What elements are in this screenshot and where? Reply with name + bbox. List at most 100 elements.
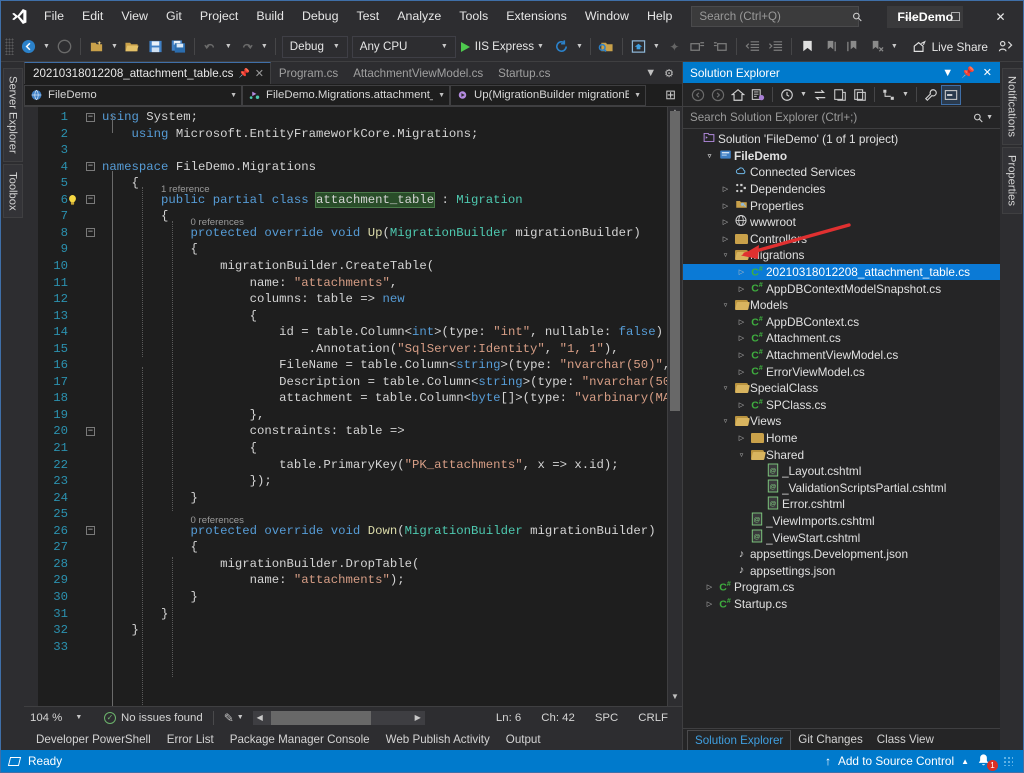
chevron-right-icon[interactable]: ▷ bbox=[719, 185, 732, 193]
scrollbar-thumb[interactable] bbox=[670, 111, 680, 411]
preview-selected-items-icon[interactable] bbox=[940, 84, 961, 105]
comment-block-icon[interactable] bbox=[686, 35, 709, 59]
navigate-backward-dropdown-icon[interactable]: ▼ bbox=[40, 43, 53, 50]
tree-item[interactable]: ▷ C# AttachmentViewModel.cs bbox=[683, 347, 1000, 364]
next-bookmark-icon[interactable] bbox=[842, 35, 865, 59]
close-icon[interactable]: ✕ bbox=[255, 67, 264, 80]
fold-toggle-icon[interactable]: − bbox=[86, 426, 95, 436]
navbar-type-selector[interactable]: FileDemo.Migrations.attachment_ta ▼ bbox=[242, 84, 450, 106]
menu-window[interactable]: Window bbox=[576, 5, 638, 28]
back-icon[interactable] bbox=[688, 85, 708, 105]
navigate-backward-icon[interactable] bbox=[17, 35, 40, 59]
issues-indicator[interactable]: ✓ No issues found bbox=[104, 711, 203, 724]
tree-item[interactable]: ▷ Controllers bbox=[683, 231, 1000, 248]
menu-tools[interactable]: Tools bbox=[450, 5, 497, 28]
toolbar-overflow-icon[interactable]: ▼ bbox=[888, 43, 901, 50]
open-file-icon[interactable] bbox=[121, 35, 144, 59]
hot-reload-dropdown-icon[interactable]: ▼ bbox=[573, 43, 586, 50]
preview-dropdown-icon[interactable]: ▼ bbox=[650, 43, 663, 50]
ink-annotation-icon[interactable]: ✎ bbox=[224, 711, 234, 725]
search-folder-icon[interactable] bbox=[595, 35, 618, 59]
tree-item[interactable]: ▷ Properties bbox=[683, 197, 1000, 214]
chevron-right-icon[interactable]: ▷ bbox=[735, 285, 748, 293]
bottom-tab-developer-powershell[interactable]: Developer PowerShell bbox=[28, 733, 159, 746]
solution-platform-combo[interactable]: Any CPU ▼ bbox=[351, 35, 456, 58]
tree-item[interactable]: ▷ C# 20210318012208_attachment_table.cs bbox=[683, 263, 1000, 281]
previous-bookmark-icon[interactable] bbox=[819, 35, 842, 59]
tree-item[interactable]: ▷ C# Program.cs bbox=[683, 579, 1000, 596]
chevron-down-icon[interactable]: ▿ bbox=[719, 301, 732, 309]
clear-bookmarks-icon[interactable] bbox=[865, 35, 888, 59]
chevron-down-icon[interactable]: ▼ bbox=[797, 91, 810, 98]
chevron-right-icon[interactable]: ▷ bbox=[735, 368, 748, 376]
lightbulb-icon[interactable] bbox=[66, 193, 79, 207]
chevron-up-icon[interactable]: ▲ bbox=[961, 757, 969, 766]
editor-horizontal-scrollbar[interactable]: ◀ ▶ bbox=[252, 710, 425, 725]
menu-build[interactable]: Build bbox=[247, 5, 293, 28]
maximize-button[interactable]: ☐ bbox=[933, 1, 978, 32]
solution-explorer-search[interactable]: ⚲ ▼ bbox=[683, 107, 1000, 129]
zoom-control[interactable]: 104 % ▼ bbox=[30, 712, 96, 724]
chevron-down-icon[interactable]: ▿ bbox=[719, 251, 732, 259]
redo-dropdown-icon[interactable]: ▼ bbox=[258, 43, 271, 50]
chevron-right-icon[interactable]: ▷ bbox=[719, 202, 732, 210]
hscrollbar-thumb[interactable] bbox=[270, 710, 371, 725]
panel-tab-class-view[interactable]: Class View bbox=[870, 730, 941, 750]
redo-icon[interactable] bbox=[235, 35, 258, 59]
chevron-down-icon[interactable]: ▿ bbox=[735, 451, 748, 459]
decrease-indent-icon[interactable] bbox=[741, 35, 764, 59]
chevron-down-icon[interactable]: ▼ bbox=[899, 91, 912, 98]
tree-item[interactable]: ▷ C# Attachment.cs bbox=[683, 330, 1000, 347]
tree-item[interactable]: @ Error.cshtml bbox=[683, 496, 1000, 513]
chevron-right-icon[interactable]: ▷ bbox=[735, 318, 748, 326]
chevron-right-icon[interactable]: ▷ bbox=[719, 235, 732, 243]
chevron-right-icon[interactable]: ▷ bbox=[719, 218, 732, 226]
menu-view[interactable]: View bbox=[112, 5, 157, 28]
pending-changes-filter-icon[interactable] bbox=[748, 85, 768, 105]
toggle-bookmark-icon[interactable] bbox=[796, 35, 819, 59]
increase-indent-icon[interactable] bbox=[764, 35, 787, 59]
tree-item[interactable]: @ _ValidationScriptsPartial.cshtml bbox=[683, 479, 1000, 496]
tree-item[interactable]: ▷ Home bbox=[683, 430, 1000, 447]
chevron-right-icon[interactable]: ▷ bbox=[735, 434, 748, 442]
menu-edit[interactable]: Edit bbox=[73, 5, 112, 28]
forward-icon[interactable] bbox=[708, 85, 728, 105]
tree-item[interactable]: ▿ Models bbox=[683, 297, 1000, 314]
tree-item[interactable]: ▿ SpecialClass bbox=[683, 380, 1000, 397]
rail-tab-toolbox[interactable]: Toolbox bbox=[2, 163, 23, 219]
split-editor-icon[interactable]: ⊞ bbox=[659, 87, 682, 103]
quick-search-box[interactable]: ⚲ bbox=[691, 6, 866, 27]
tree-item[interactable]: ♪ appsettings.json bbox=[683, 562, 1000, 579]
search-input[interactable] bbox=[699, 10, 854, 23]
fold-toggle-icon[interactable]: − bbox=[86, 228, 95, 238]
tree-item[interactable]: Solution 'FileDemo' (1 of 1 project) bbox=[683, 131, 1000, 148]
navigate-forward-icon[interactable] bbox=[53, 35, 76, 59]
fold-toggle-icon[interactable]: − bbox=[86, 162, 95, 172]
rail-tab-server-explorer[interactable]: Server Explorer bbox=[2, 68, 23, 162]
tree-item[interactable]: ▷ Dependencies bbox=[683, 181, 1000, 198]
code-editor[interactable]: 1− using System; 2 using Microsoft.EntityFr… bbox=[24, 107, 667, 706]
panel-tab-git-changes[interactable]: Git Changes bbox=[791, 730, 869, 750]
menu-test[interactable]: Test bbox=[347, 5, 388, 28]
tree-item[interactable]: ▿ FileDemo bbox=[683, 148, 1000, 165]
close-icon[interactable]: ✕ bbox=[979, 66, 996, 79]
pin-icon[interactable]: 📌 bbox=[238, 68, 249, 79]
tree-item[interactable]: ▿ Shared bbox=[683, 446, 1000, 463]
fold-toggle-icon[interactable]: − bbox=[86, 112, 95, 122]
solution-configuration-combo[interactable]: Debug ▼ bbox=[281, 35, 348, 58]
line-ending-indicator[interactable]: CRLF bbox=[628, 712, 678, 724]
bottom-tab-output[interactable]: Output bbox=[498, 733, 549, 746]
refresh-icon[interactable] bbox=[830, 85, 850, 105]
tree-item[interactable]: ♪ appsettings.Development.json bbox=[683, 546, 1000, 563]
menu-project[interactable]: Project bbox=[191, 5, 248, 28]
sparkle-icon[interactable]: ✦ bbox=[663, 35, 686, 59]
tree-item[interactable]: @ _ViewImports.cshtml bbox=[683, 512, 1000, 530]
notifications-button[interactable]: 1 bbox=[976, 753, 998, 771]
chevron-down-icon[interactable]: ▿ bbox=[703, 152, 716, 160]
chevron-right-icon[interactable]: ▷ bbox=[735, 401, 748, 409]
tab-overflow-icon[interactable]: ▼ bbox=[645, 67, 656, 79]
scroll-right-icon[interactable]: ▶ bbox=[411, 711, 425, 725]
properties-wrench-icon[interactable] bbox=[921, 85, 941, 105]
menu-analyze[interactable]: Analyze bbox=[388, 5, 450, 28]
fold-toggle-icon[interactable]: − bbox=[86, 195, 95, 205]
